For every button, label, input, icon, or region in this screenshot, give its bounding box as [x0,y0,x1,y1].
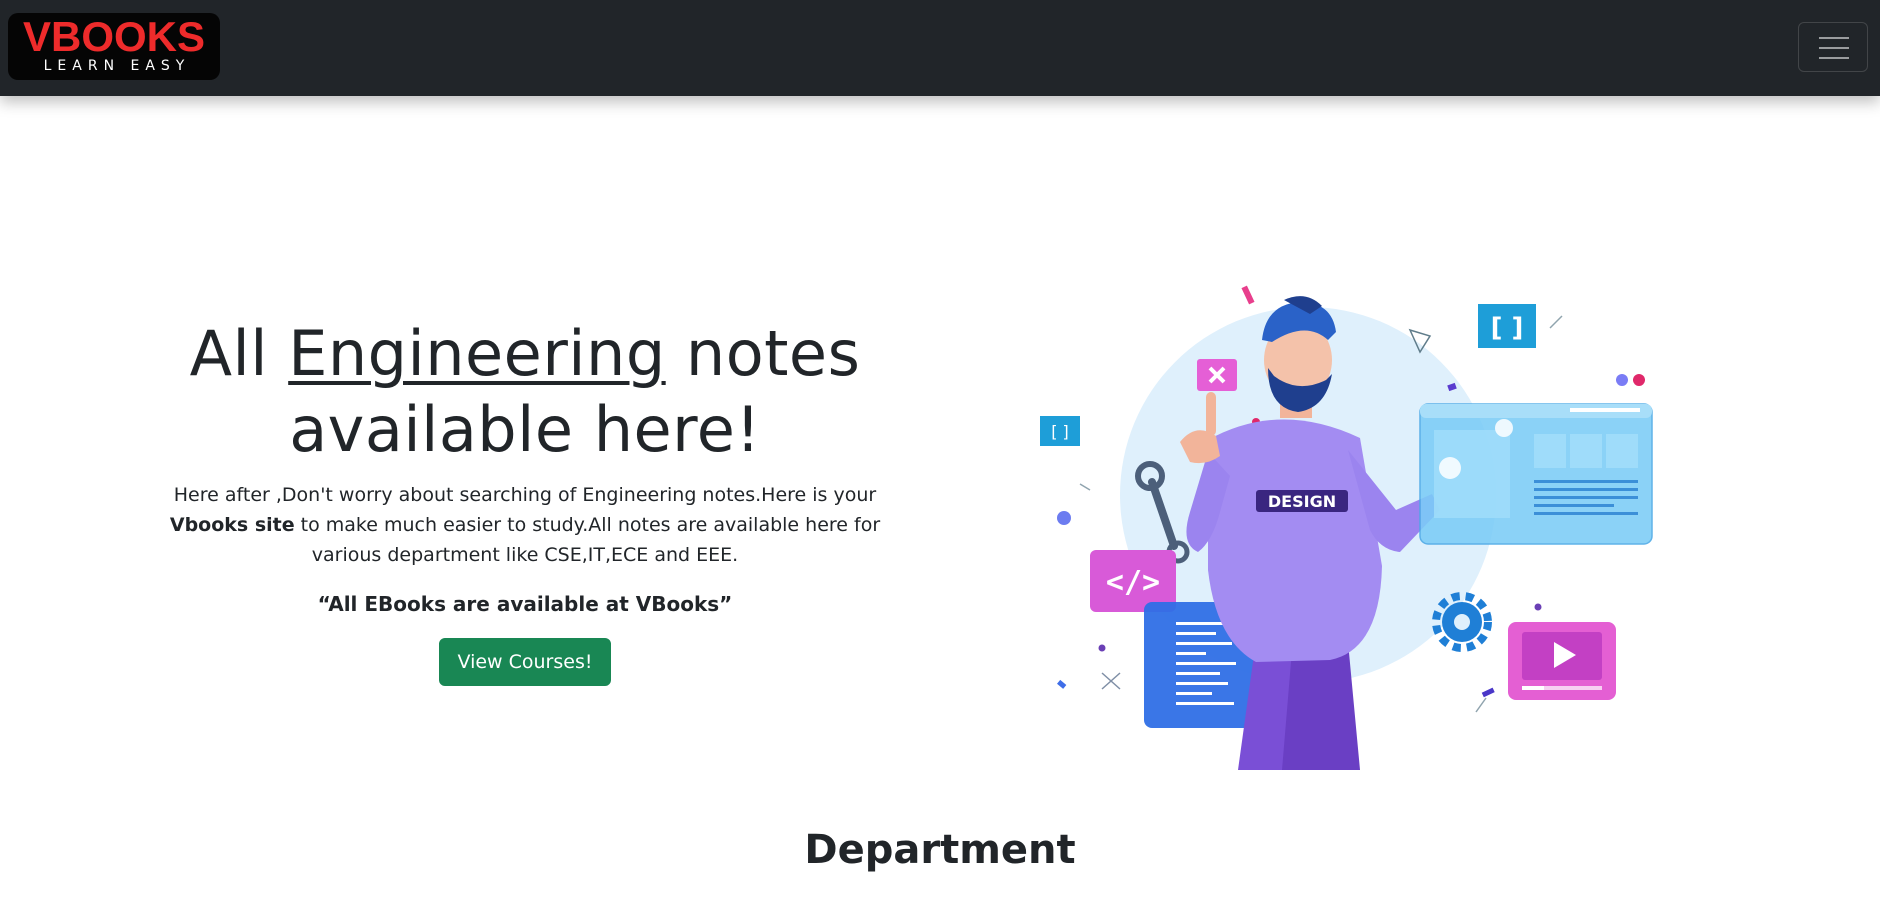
hero-illustration: [ ] [ ] </> DESIGN [1040,285,1653,770]
navbar: VBOOKS LEARN EASY [0,0,1880,96]
gear-icon [1432,592,1492,652]
svg-text:[ ]: [ ] [1491,313,1524,343]
hero-section: All Engineering notes available here! He… [140,316,910,686]
description-part-2: to make much easier to study.All notes a… [294,514,881,566]
view-courses-button[interactable]: View Courses! [439,638,611,686]
dot-magenta [1633,374,1645,386]
confetti-line-bottom [1475,697,1487,713]
dot-purple [1098,644,1106,652]
brand-logo[interactable]: VBOOKS LEARN EASY [8,13,220,80]
confetti-line-left [1079,483,1091,491]
dot-blue-large [1057,511,1071,525]
svg-text:</>: </> [1106,565,1160,600]
confetti-pink [1241,285,1255,305]
hero-headline: All Engineering notes available here! [140,316,910,468]
confetti-indigo [1481,687,1495,698]
logo-title: VBOOKS [22,13,206,60]
close-tile-icon [1197,359,1237,391]
brackets-icon-right: [ ] [1478,304,1536,348]
department-section-title: Department [804,827,1076,873]
video-player-icon [1508,622,1616,700]
design-badge: DESIGN [1256,490,1348,512]
description-part-1: Here after ,Don't worry about searching … [173,484,877,506]
confetti-line [1549,315,1563,329]
dot-blue [1616,374,1628,386]
svg-text:[ ]: [ ] [1051,422,1069,441]
dot-purple-right [1534,603,1542,611]
hero-description: Here after ,Don't worry about searching … [140,480,910,570]
hero-quote: “All EBooks are available at VBooks” [317,592,733,616]
navbar-toggler-button[interactable] [1798,22,1868,72]
design-badge-text: DESIGN [1268,492,1336,511]
browser-window-panel [1419,403,1653,545]
description-bold-site: Vbooks site [169,514,295,536]
headline-prefix: All [189,317,289,390]
brackets-icon-left: [ ] [1040,416,1080,446]
headline-underlined-word: Engineering [288,317,666,390]
confetti-blue [1057,679,1067,689]
logo-tagline: LEARN EASY [43,58,191,74]
